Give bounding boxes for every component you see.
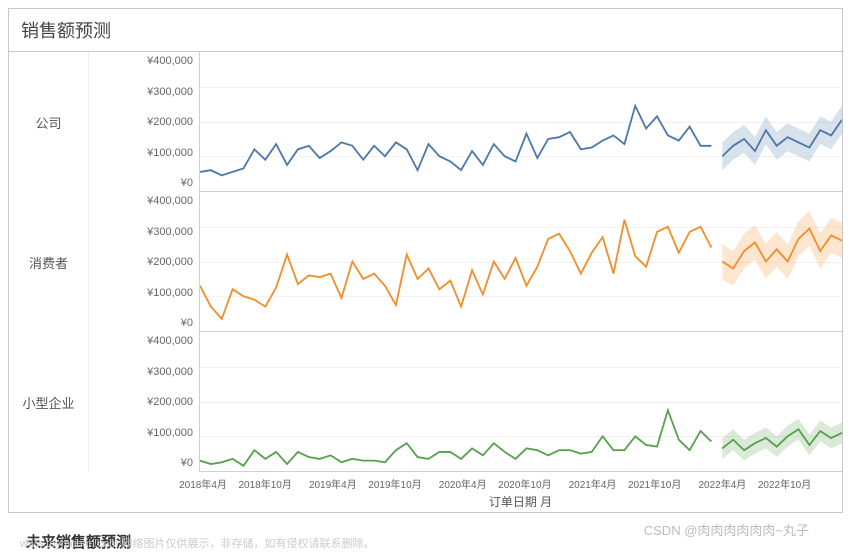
y-tick: ¥400,000 bbox=[147, 55, 193, 67]
x-tick: 2022年10月 bbox=[758, 476, 811, 491]
plot-area bbox=[199, 52, 842, 192]
y-tick: ¥300,000 bbox=[147, 366, 193, 378]
watermark-source: www.toymoban.com 网络图片仅供展示，非存储，如有侵权请联系删除。 bbox=[20, 535, 374, 551]
y-tick: ¥200,000 bbox=[147, 116, 193, 128]
watermark-csdn: CSDN @肉肉肉肉肉肉~丸子 bbox=[644, 520, 809, 539]
x-tick: 2018年10月 bbox=[238, 476, 291, 491]
x-tick: 2021年10月 bbox=[628, 476, 681, 491]
y-tick: ¥400,000 bbox=[147, 335, 193, 347]
x-tick: 2019年4月 bbox=[309, 476, 357, 491]
x-tick: 2020年10月 bbox=[498, 476, 551, 491]
y-tick: ¥300,000 bbox=[147, 226, 193, 238]
panel-消费者: 消费者 ¥400,000 ¥300,000 ¥200,000 ¥100,000 ¥0 bbox=[9, 192, 842, 332]
chart-body: 公司¥400,000¥300,000¥200,000¥100,000¥0消费者¥… bbox=[9, 52, 842, 512]
y-tick: ¥0 bbox=[181, 177, 193, 189]
y-tick: ¥200,000 bbox=[147, 396, 193, 408]
series-svg bbox=[200, 52, 842, 191]
y-tick: ¥100,000 bbox=[147, 147, 193, 159]
y-tick: ¥100,000 bbox=[147, 287, 193, 299]
y-tick: ¥200,000 bbox=[147, 256, 193, 268]
x-tick: 2022年4月 bbox=[698, 476, 746, 491]
plot-area bbox=[199, 192, 842, 332]
y-tick: ¥0 bbox=[181, 457, 193, 469]
x-tick: 2020年4月 bbox=[439, 476, 487, 491]
y-tick: ¥100,000 bbox=[147, 427, 193, 439]
series-svg bbox=[200, 332, 842, 471]
x-axis: 2018年4月2018年10月2019年4月2019年10月2020年4月202… bbox=[199, 472, 842, 491]
panel-label: 公司 bbox=[9, 52, 89, 192]
y-tick: ¥0 bbox=[181, 317, 193, 329]
panel-小型企业: 小型企业 ¥400,000 ¥300,000 ¥200,000 ¥100,000 ¥0 bbox=[9, 332, 842, 472]
y-tick: ¥400,000 bbox=[147, 195, 193, 207]
x-tick: 2018年4月 bbox=[179, 476, 227, 491]
chart-title: 销售额预测 bbox=[9, 9, 842, 52]
y-axis: ¥400,000 ¥300,000 ¥200,000 ¥100,000 ¥0 bbox=[89, 332, 199, 472]
series-svg bbox=[200, 192, 842, 331]
panel-label: 小型企业 bbox=[9, 332, 89, 472]
panel-label: 消费者 bbox=[9, 192, 89, 332]
panel-公司: 公司 ¥400,000 ¥300,000 ¥200,000 ¥100,000 ¥0 bbox=[9, 52, 842, 192]
x-axis-label: 订单日期 月 bbox=[199, 491, 842, 516]
x-tick: 2021年4月 bbox=[569, 476, 617, 491]
chart-container: 销售额预测 公司 ¥400,000 ¥300,000 ¥200,000 ¥100,000… bbox=[8, 8, 843, 513]
y-tick: ¥300,000 bbox=[147, 86, 193, 98]
x-tick: 2019年10月 bbox=[368, 476, 421, 491]
y-axis: ¥400,000 ¥300,000 ¥200,000 ¥100,000 ¥0 bbox=[89, 52, 199, 192]
y-axis: ¥400,000 ¥300,000 ¥200,000 ¥100,000 ¥0 bbox=[89, 192, 199, 332]
plot-area bbox=[199, 332, 842, 472]
